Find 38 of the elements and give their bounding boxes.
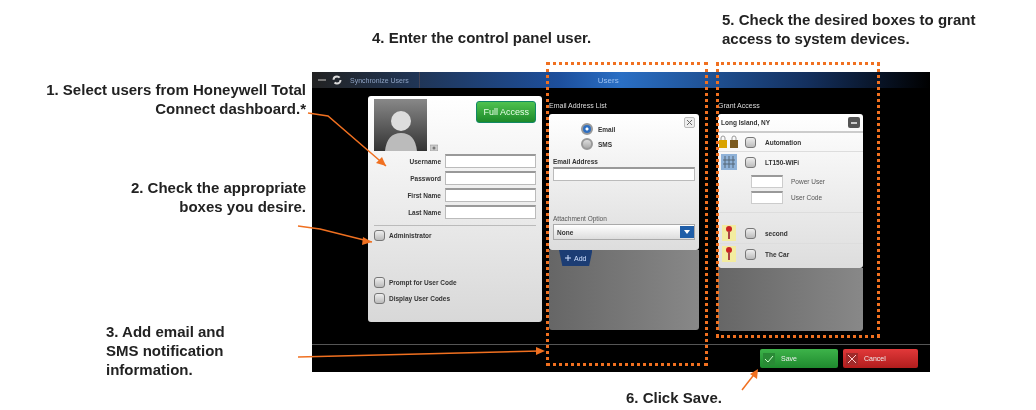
input-field[interactable] <box>445 171 536 185</box>
callout-text: 1. Select users from Honeywell Total Connect dashboard.* <box>45 80 306 118</box>
callout-text: 3. Add email and SMS notification information. <box>106 322 226 379</box>
checkbox[interactable] <box>374 277 385 288</box>
avatar-silhouette <box>374 99 427 151</box>
email-input-field[interactable] <box>553 167 695 181</box>
collapse-button[interactable] <box>848 117 860 128</box>
radio-button[interactable] <box>581 123 593 135</box>
radio-button[interactable] <box>581 138 593 150</box>
checkbox[interactable] <box>745 248 756 260</box>
callout-text: 4. Enter the control panel user. <box>372 28 593 47</box>
sync-icon <box>332 75 342 85</box>
close-icon[interactable] <box>684 117 695 128</box>
keypad-icon <box>721 154 737 170</box>
close-icon <box>846 352 858 365</box>
checkbox[interactable] <box>374 230 385 241</box>
full-access-button[interactable]: Full Access <box>476 101 536 123</box>
checkbox[interactable] <box>745 136 756 148</box>
padlock-icon <box>718 135 740 149</box>
checkbox[interactable] <box>374 293 385 304</box>
callout-text: 6. Click Save. <box>626 388 723 407</box>
key-icon <box>722 225 736 241</box>
camera-icon[interactable] <box>430 144 438 151</box>
plus-icon <box>565 255 571 261</box>
window-title: Users <box>597 75 619 85</box>
input-field[interactable] <box>445 188 536 202</box>
input-field[interactable] <box>751 191 783 204</box>
callout-text: 5. Check the desired boxes to grant access to system devices. <box>722 10 977 48</box>
checkmark-icon <box>763 352 775 365</box>
key-icon <box>722 246 736 262</box>
minus-icon <box>851 121 857 124</box>
callout-text: 2. Check the appropriate boxes you desire. <box>129 178 306 216</box>
checkbox[interactable] <box>745 156 756 168</box>
input-field[interactable] <box>445 205 536 219</box>
checkbox[interactable] <box>745 227 756 239</box>
input-field[interactable] <box>751 175 783 188</box>
leader-line <box>741 369 758 391</box>
input-field[interactable] <box>445 154 536 168</box>
